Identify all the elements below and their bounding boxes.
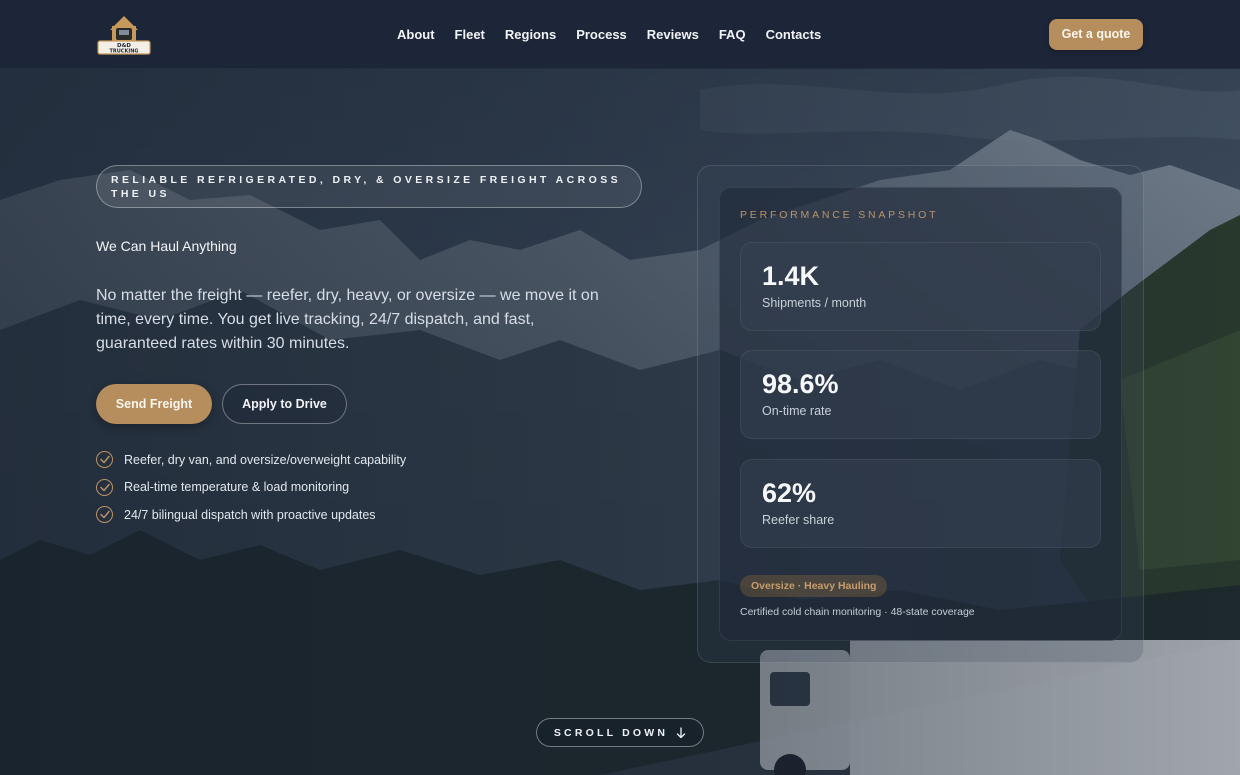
get-quote-button[interactable]: Get a quote: [1049, 19, 1143, 50]
apply-to-drive-button[interactable]: Apply to Drive: [222, 384, 347, 424]
nav-faq[interactable]: FAQ: [709, 24, 756, 46]
dd-trucking-logo[interactable]: D&D TRUCKING: [96, 12, 152, 56]
performance-snapshot-label: Performance snapshot: [740, 209, 939, 221]
nav-about[interactable]: About: [387, 24, 445, 46]
list-item: Real-time temperature & load monitoring: [96, 478, 406, 497]
send-freight-button[interactable]: Send Freight: [96, 384, 212, 424]
check-circle-icon: [96, 506, 113, 523]
main-nav: About Fleet Regions Process Reviews FAQ …: [387, 24, 831, 46]
arrow-down-icon: [677, 726, 686, 738]
stat-shipments: 1.4K Shipments / month: [740, 242, 1101, 331]
nav-reviews[interactable]: Reviews: [637, 24, 709, 46]
check-circle-icon: [96, 451, 113, 468]
stat-value: 1.4K: [762, 261, 820, 291]
hero-lead-text: No matter the freight — reefer, dry, hea…: [96, 287, 599, 352]
list-item: Reefer, dry van, and oversize/overweight…: [96, 450, 406, 469]
stat-caption: Shipments / month: [762, 296, 867, 310]
feature-list: Reefer, dry van, and oversize/overweight…: [96, 450, 406, 533]
stat-value: 62%: [762, 478, 817, 508]
stat-value: 98.6%: [762, 369, 839, 399]
nav-process[interactable]: Process: [566, 24, 637, 46]
list-item: 24/7 bilingual dispatch with proactive u…: [96, 505, 406, 524]
scroll-down-button[interactable]: SCROLL DOWN: [536, 718, 704, 747]
stat-on-time: 98.6% On-time rate: [740, 350, 1101, 439]
hero-tagline: Reliable refrigerated, dry, & oversize f…: [96, 165, 642, 208]
card-footnote: Certified cold chain monitoring · 48-sta…: [740, 606, 975, 618]
logo-text-bottom: TRUCKING: [109, 49, 138, 55]
feature-text: Real-time temperature & load monitoring: [124, 480, 350, 494]
stat-reefer-share: 62% Reefer share: [740, 459, 1101, 548]
feature-text: Reefer, dry van, and oversize/overweight…: [124, 452, 407, 467]
stat-caption: On-time rate: [762, 404, 832, 418]
hero-subhead: We Can Haul Anything: [96, 238, 237, 254]
check-circle-icon: [96, 478, 113, 496]
nav-fleet[interactable]: Fleet: [445, 24, 495, 46]
feature-text: 24/7 bilingual dispatch with proactive u…: [124, 507, 376, 522]
nav-regions[interactable]: Regions: [495, 24, 566, 46]
nav-contacts[interactable]: Contacts: [756, 24, 832, 46]
oversize-badge: Oversize · Heavy Hauling: [740, 575, 888, 597]
scroll-down-label: SCROLL DOWN: [553, 726, 669, 739]
page: D&D TRUCKING About Fleet Regions Process…: [0, 0, 1240, 775]
stat-caption: Reefer share: [762, 513, 835, 527]
site-header: D&D TRUCKING About Fleet Regions Process…: [0, 0, 1240, 69]
